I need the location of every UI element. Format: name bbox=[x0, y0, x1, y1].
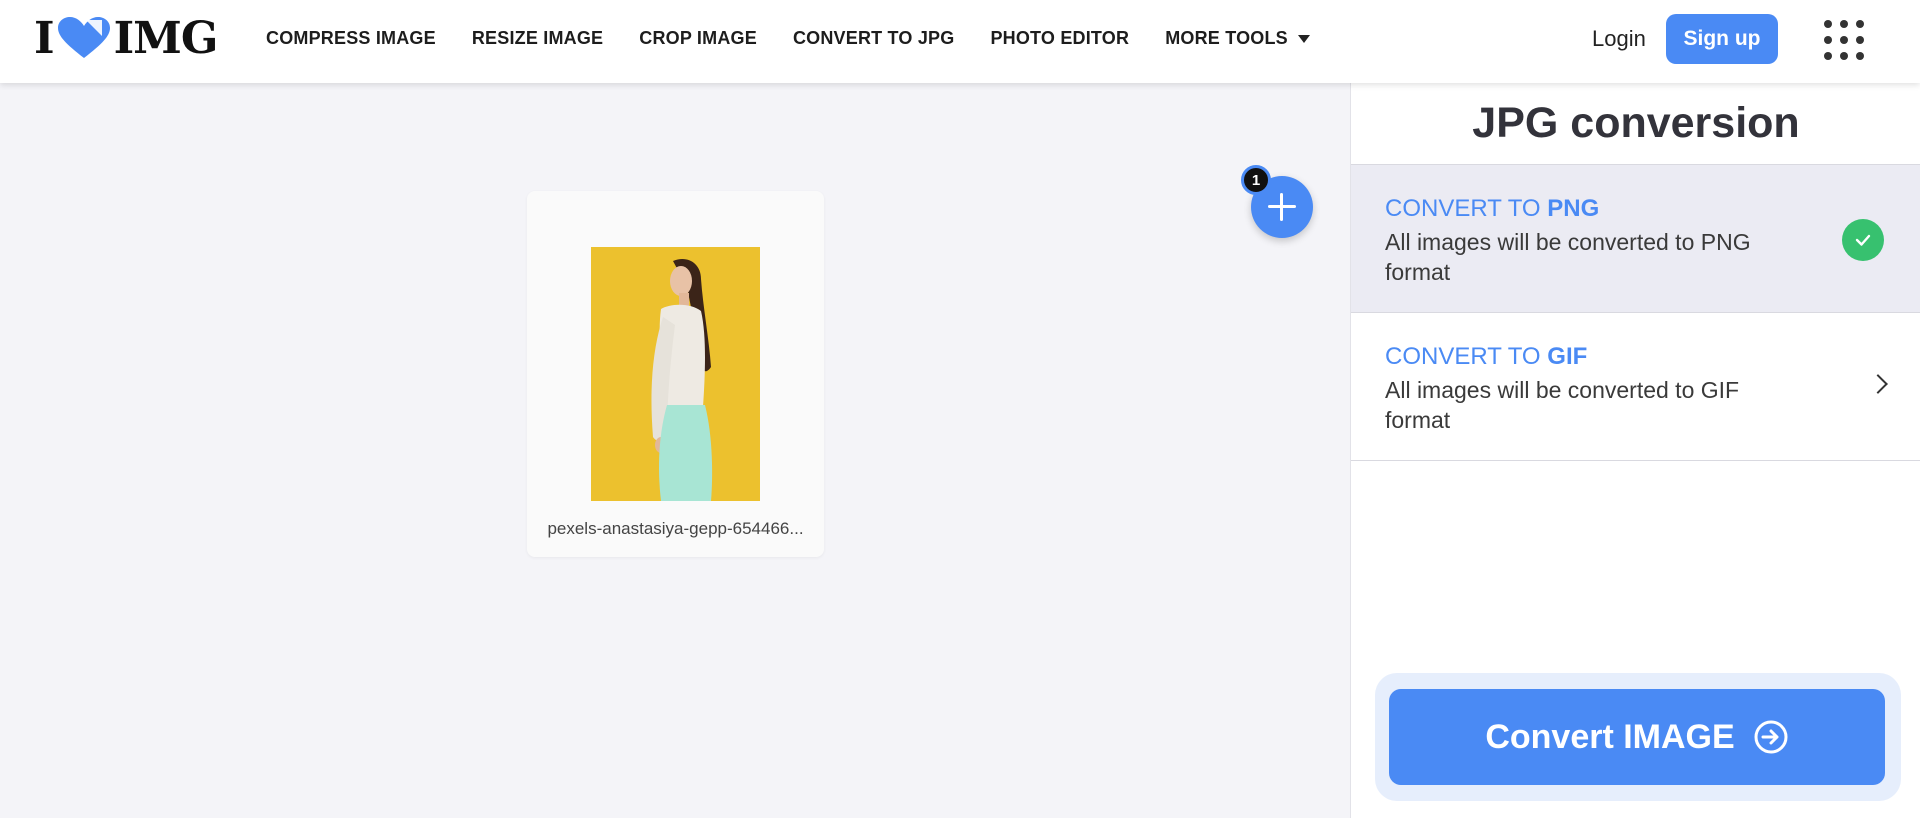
file-count-badge: 1 bbox=[1241, 165, 1271, 195]
convert-button-container: Convert IMAGE bbox=[1375, 673, 1901, 801]
option-format: GIF bbox=[1547, 343, 1588, 370]
nav-photo-editor[interactable]: PHOTO EDITOR bbox=[990, 28, 1129, 49]
option-title-prefix: CONVERT TO bbox=[1385, 343, 1548, 370]
main-nav: COMPRESS IMAGE RESIZE IMAGE CROP IMAGE C… bbox=[266, 0, 1346, 77]
option-format: PNG bbox=[1547, 195, 1600, 222]
check-icon bbox=[1842, 219, 1884, 261]
file-card[interactable]: pexels-anastasiya-gepp-654466... bbox=[527, 191, 824, 557]
option-title-prefix: CONVERT TO bbox=[1385, 195, 1548, 222]
nav-label: CONVERT TO JPG bbox=[792, 28, 955, 48]
logo-text-left: I bbox=[34, 12, 55, 64]
arrow-circle-right-icon bbox=[1754, 720, 1788, 754]
top-header: I IMG COMPRESS IMAGE RESIZE IMAGE CROP I… bbox=[0, 0, 1920, 83]
workspace: pexels-anastasiya-gepp-654466... 1 bbox=[0, 83, 1350, 818]
nav-convert-to-jpg[interactable]: CONVERT TO JPG bbox=[793, 28, 955, 49]
divider bbox=[1351, 460, 1920, 461]
nav-label: COMPRESS IMAGE bbox=[266, 28, 436, 48]
sidebar-title: JPG conversion bbox=[1472, 99, 1800, 147]
file-name: pexels-anastasiya-gepp-654466... bbox=[547, 519, 804, 538]
option-convert-to-png[interactable]: CONVERT TO PNG All images will be conver… bbox=[1351, 164, 1920, 312]
options-sidebar: JPG conversion CONVERT TO PNG All images… bbox=[1350, 83, 1920, 818]
iloveimg-logo[interactable]: I IMG bbox=[34, 13, 218, 64]
heart-logo-icon bbox=[57, 17, 110, 58]
chevron-right-icon bbox=[1868, 374, 1888, 394]
option-convert-to-gif[interactable]: CONVERT TO GIF All images will be conver… bbox=[1351, 312, 1920, 460]
nav-label: PHOTO EDITOR bbox=[990, 28, 1130, 48]
convert-image-button[interactable]: Convert IMAGE bbox=[1389, 689, 1885, 785]
person-photo bbox=[591, 247, 760, 501]
convert-button-label: Convert IMAGE bbox=[1485, 717, 1735, 756]
caret-down-icon bbox=[1297, 34, 1310, 43]
login-link[interactable]: Login bbox=[1592, 26, 1646, 52]
apps-grid-icon[interactable] bbox=[1822, 18, 1864, 60]
option-description: All images will be converted to GIF form… bbox=[1385, 377, 1740, 433]
nav-label: RESIZE IMAGE bbox=[471, 28, 604, 48]
nav-crop-image[interactable]: CROP IMAGE bbox=[639, 28, 757, 49]
nav-label: CROP IMAGE bbox=[639, 28, 757, 48]
nav-resize-image[interactable]: RESIZE IMAGE bbox=[472, 28, 603, 49]
option-title: CONVERT TO PNG bbox=[1385, 195, 1599, 223]
image-thumbnail bbox=[591, 247, 760, 501]
signup-button[interactable]: Sign up bbox=[1666, 14, 1778, 64]
option-title: CONVERT TO GIF bbox=[1385, 343, 1587, 371]
nav-compress-image[interactable]: COMPRESS IMAGE bbox=[266, 28, 436, 49]
option-description: All images will be converted to PNG form… bbox=[1385, 229, 1751, 285]
logo-text-right: IMG bbox=[113, 12, 219, 64]
nav-label: MORE TOOLS bbox=[1165, 28, 1288, 48]
nav-more-tools[interactable]: MORE TOOLS bbox=[1165, 28, 1310, 49]
